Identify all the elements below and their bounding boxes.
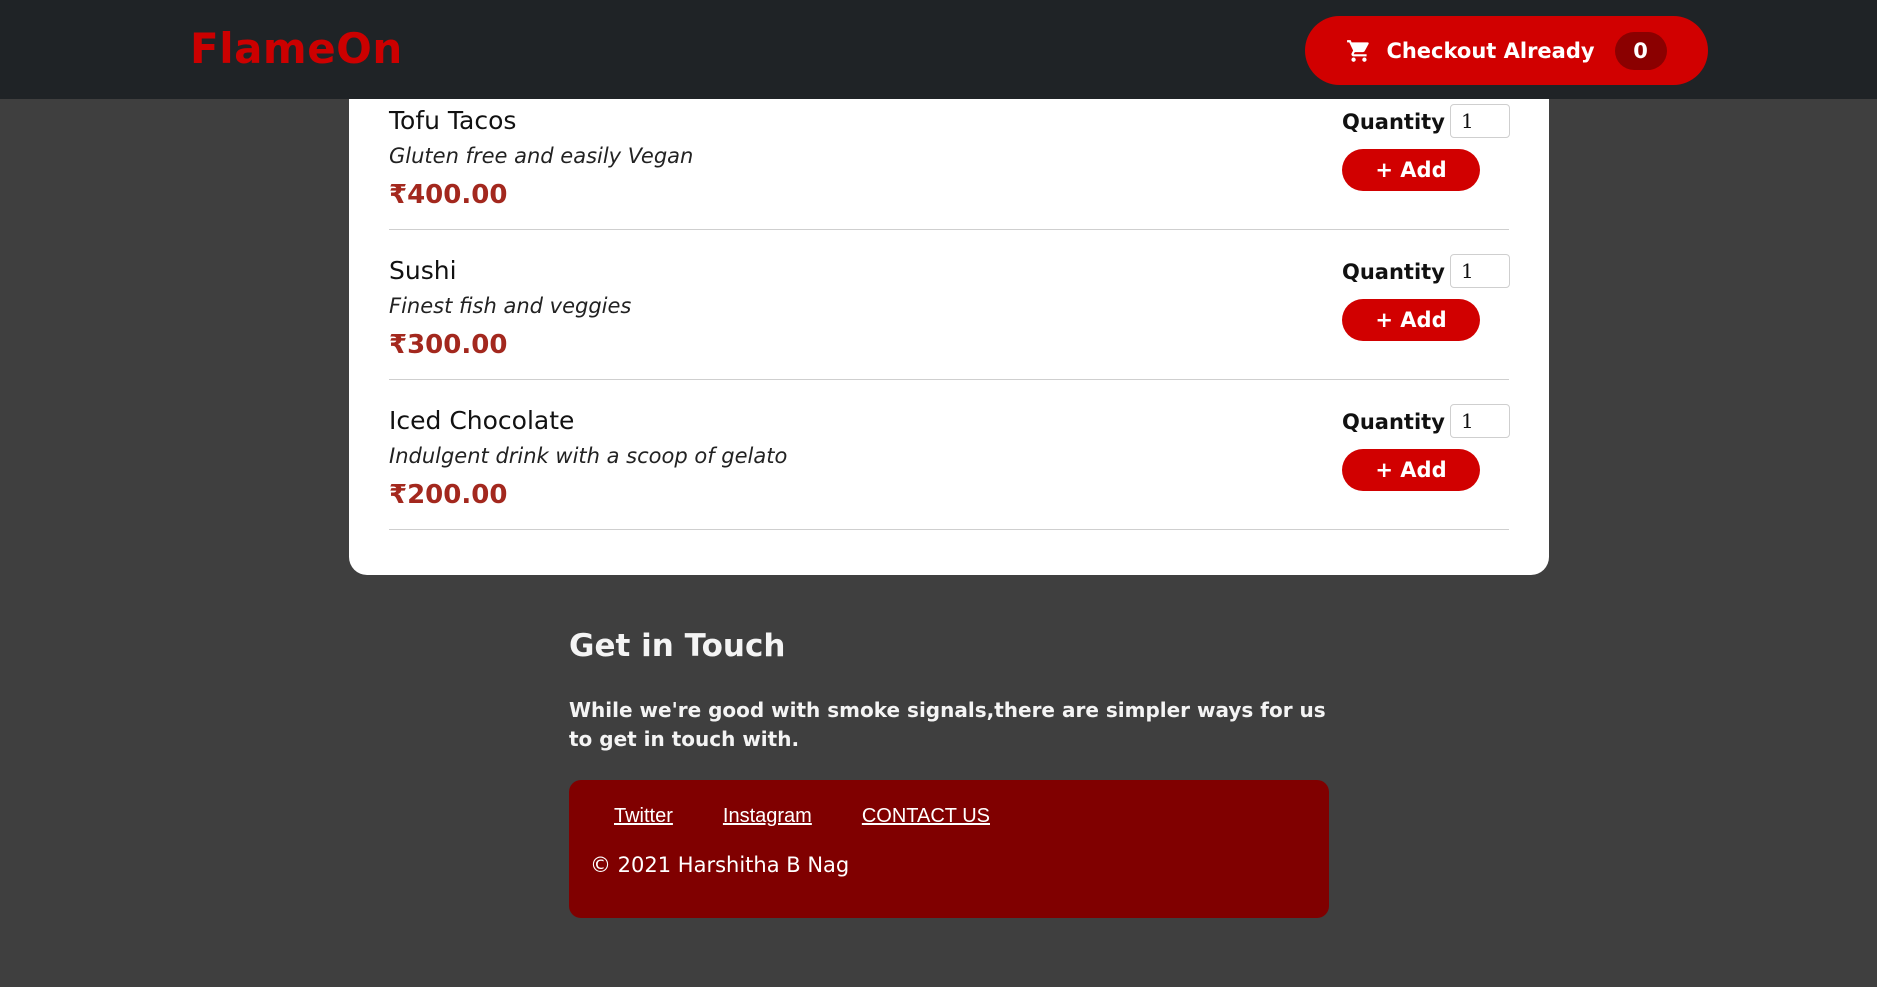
cart-count-badge: 0 [1614, 31, 1667, 70]
contact-title: Get in Touch [569, 628, 786, 664]
item-description: Indulgent drink with a scoop of gelato [389, 444, 788, 468]
add-to-cart-button[interactable]: + Add [1342, 149, 1480, 191]
contact-us-link[interactable]: CONTACT US [862, 805, 990, 828]
cart-icon [1347, 39, 1370, 62]
item-name: Tofu Tacos [389, 106, 517, 135]
twitter-link[interactable]: Twitter [614, 805, 673, 828]
footer-links: Twitter Instagram CONTACT US [614, 805, 990, 828]
quantity-label: Quantity [1342, 410, 1445, 434]
quantity-label: Quantity [1342, 110, 1445, 134]
checkout-button[interactable]: Checkout Already 0 [1305, 16, 1708, 85]
quantity-input[interactable] [1450, 104, 1510, 138]
item-price: ₹400.00 [389, 180, 508, 210]
quantity-label: Quantity [1342, 260, 1445, 284]
item-name: Iced Chocolate [389, 406, 575, 435]
quantity-input[interactable] [1450, 254, 1510, 288]
contact-text: While we're good with smoke signals,ther… [569, 698, 1326, 751]
menu-item: Sushi Finest fish and veggies ₹300.00 Qu… [389, 230, 1510, 380]
item-name: Sushi [389, 256, 457, 285]
instagram-link[interactable]: Instagram [723, 805, 812, 828]
quantity-input[interactable] [1450, 404, 1510, 438]
menu-item: Iced Chocolate Indulgent drink with a sc… [389, 380, 1510, 530]
brand-logo[interactable]: FlameOn [190, 24, 403, 73]
item-price: ₹200.00 [389, 480, 508, 510]
copyright-text: © 2021 Harshitha B Nag [590, 853, 850, 877]
menu-card: Tofu Tacos Gluten free and easily Vegan … [349, 80, 1549, 575]
add-to-cart-button[interactable]: + Add [1342, 449, 1480, 491]
item-description: Gluten free and easily Vegan [389, 144, 694, 168]
item-description: Finest fish and veggies [389, 294, 632, 318]
footer: Twitter Instagram CONTACT US © 2021 Hars… [569, 780, 1329, 918]
item-price: ₹300.00 [389, 330, 508, 360]
checkout-label: Checkout Already [1386, 38, 1595, 63]
top-navbar: FlameOn Checkout Already 0 [0, 0, 1877, 99]
menu-item: Tofu Tacos Gluten free and easily Vegan … [389, 80, 1510, 230]
add-to-cart-button[interactable]: + Add [1342, 299, 1480, 341]
